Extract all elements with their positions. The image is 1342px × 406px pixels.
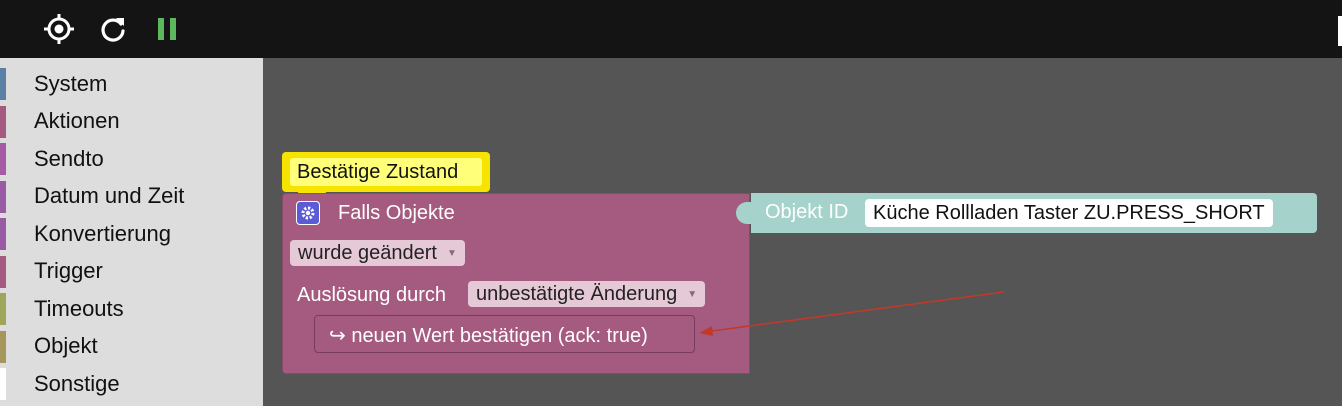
toolbox-sidebar: System Aktionen Sendto Datum und Zeit Ko…: [0, 58, 263, 406]
category-label: Sonstige: [34, 370, 120, 396]
object-id-field[interactable]: Küche Rollladen Taster ZU.PRESS_SHORT: [865, 199, 1273, 227]
category-label: Timeouts: [34, 295, 124, 321]
block-comment[interactable]: Bestätige Zustand: [282, 152, 490, 198]
category-color-stripe: [0, 68, 6, 100]
trigger-mode-dropdown-value: unbestätigte Änderung: [476, 282, 678, 305]
category-color-stripe: [0, 218, 6, 250]
statement-slot: [290, 311, 314, 355]
category-sonstige[interactable]: Sonstige: [0, 365, 263, 403]
category-system[interactable]: System: [0, 65, 263, 103]
dropdown-caret-icon: ▼: [687, 288, 698, 300]
category-color-stripe: [0, 105, 6, 138]
ack-statement-block[interactable]: ↪ neuen Wert bestätigen (ack: true): [314, 315, 695, 353]
category-objekt[interactable]: Objekt: [0, 328, 263, 366]
category-timeouts[interactable]: Timeouts: [0, 290, 263, 328]
dropdown-caret-icon: ▼: [446, 247, 457, 259]
category-label: Aktionen: [34, 108, 120, 134]
category-sendto[interactable]: Sendto: [0, 140, 263, 178]
object-id-label: Objekt ID: [765, 201, 849, 223]
pause-icon[interactable]: [150, 12, 184, 46]
category-color-stripe: [0, 180, 6, 213]
category-color-stripe: [0, 368, 6, 400]
trigger-mode-label: Auslösung durch: [297, 284, 446, 306]
toolbar: [0, 0, 1342, 58]
category-label: Konvertierung: [34, 220, 171, 246]
refresh-icon[interactable]: [96, 12, 130, 46]
category-label: Trigger: [34, 258, 103, 284]
category-color-stripe: [0, 143, 6, 175]
gear-icon[interactable]: [296, 201, 320, 225]
target-icon[interactable]: [42, 12, 76, 46]
category-konvertierung[interactable]: Konvertierung: [0, 215, 263, 253]
category-label: Objekt: [34, 333, 98, 359]
category-trigger[interactable]: Trigger: [0, 253, 263, 291]
category-label: Sendto: [34, 145, 104, 171]
trigger-block-title: Falls Objekte: [338, 202, 455, 224]
event-dropdown[interactable]: wurde geändert ▼: [290, 240, 465, 266]
category-datum-und-zeit[interactable]: Datum und Zeit: [0, 178, 263, 216]
trigger-mode-dropdown[interactable]: unbestätigte Änderung ▼: [468, 281, 706, 307]
comment-text[interactable]: Bestätige Zustand: [290, 158, 482, 186]
value-connector: [736, 202, 752, 224]
ack-statement-text: ↪ neuen Wert bestätigen (ack: true): [329, 325, 648, 347]
event-dropdown-value: wurde geändert: [298, 241, 437, 264]
category-aktionen[interactable]: Aktionen: [0, 103, 263, 141]
category-color-stripe: [0, 293, 6, 325]
toolbar-edge-marker: [1338, 16, 1342, 46]
object-id-block[interactable]: Objekt ID Küche Rollladen Taster ZU.PRES…: [751, 193, 1317, 233]
category-color-stripe: [0, 330, 6, 363]
category-color-stripe: [0, 255, 6, 288]
category-label: System: [34, 70, 108, 96]
category-label: Datum und Zeit: [34, 183, 185, 209]
